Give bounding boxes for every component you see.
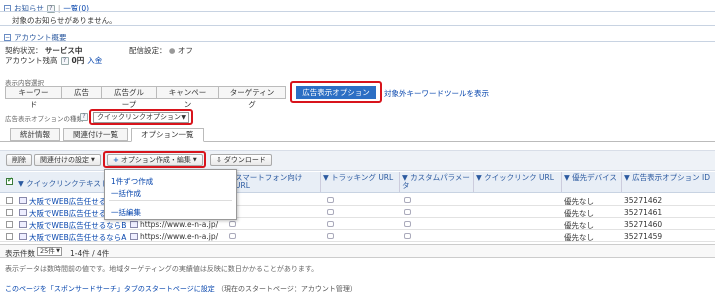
delete-button[interactable]: 削除 bbox=[6, 154, 32, 166]
per-page-select[interactable]: 25件 ▼ bbox=[37, 247, 62, 256]
account-box bbox=[0, 41, 715, 74]
balance: アカウント残高 ? 0円 入金 bbox=[5, 55, 102, 66]
column-tracking-url[interactable]: ▼ トラッキング URL bbox=[320, 172, 399, 192]
set-start-page-link[interactable]: このページを「スポンサードサーチ」タブのスタートページに設定 bbox=[5, 285, 215, 293]
highlight-box: + オプション作成・編集 ▼ bbox=[103, 151, 206, 168]
row-checkbox[interactable] bbox=[6, 209, 13, 216]
tab-keyword[interactable]: キーワード bbox=[5, 86, 62, 109]
document-icon bbox=[19, 221, 27, 228]
column-priority-device[interactable]: ▼ 優先デバイス bbox=[561, 172, 621, 192]
column-smartphone-url[interactable]: スマートフォン向け URL bbox=[232, 172, 320, 192]
option-id: 35271460 bbox=[624, 220, 663, 229]
tab-campaign[interactable]: キャンペーン bbox=[157, 86, 219, 109]
create-edit-menu: 1件ずつ作成 一括作成 一括編集 bbox=[104, 169, 237, 220]
download-label: ダウンロード bbox=[223, 156, 266, 164]
comment-icon bbox=[327, 221, 334, 227]
quicklink-url: https://www.e-n-a.jp/ bbox=[140, 220, 219, 229]
comment-icon bbox=[327, 233, 334, 239]
highlight-box: クイックリンクオプション ▼ bbox=[89, 109, 193, 125]
radio-icon[interactable]: ● bbox=[169, 46, 176, 55]
row-checkbox[interactable] bbox=[6, 197, 13, 204]
contract-label: 契約状況： bbox=[5, 46, 43, 55]
create-edit-button[interactable]: + オプション作成・編集 ▼ bbox=[107, 154, 203, 166]
option-id: 35271459 bbox=[624, 232, 663, 241]
menu-divider bbox=[109, 200, 232, 201]
chevron-down-icon: ▼ bbox=[192, 157, 197, 163]
option-id: 35271462 bbox=[624, 196, 663, 205]
highlight-box: 広告表示オプション bbox=[290, 81, 382, 103]
comment-icon bbox=[327, 209, 334, 215]
comment-icon bbox=[404, 221, 411, 227]
comment-icon bbox=[404, 233, 411, 239]
negative-keyword-tool-link[interactable]: 対象外キーワードツールを表示 bbox=[384, 88, 489, 99]
option-id: 35271461 bbox=[624, 208, 663, 217]
notice-empty-message: 対象のお知らせがありません。 bbox=[12, 16, 117, 25]
select-all-checkbox[interactable] bbox=[6, 176, 13, 185]
delivery-setting: 配信設定： ● オフ bbox=[129, 45, 193, 56]
subtab-stats[interactable]: 統計情報 bbox=[10, 128, 60, 141]
comment-icon bbox=[327, 197, 334, 203]
option-type-label: 広告表示オプションの種類 bbox=[5, 115, 83, 123]
balance-value: 0円 bbox=[71, 56, 85, 65]
association-settings-button[interactable]: 関連付けの設定 ▼ bbox=[34, 154, 101, 166]
pagination-bar: 表示件数 25件 ▼ 1-4件 / 4件 bbox=[0, 244, 715, 258]
download-button[interactable]: ⇩ ダウンロード bbox=[210, 154, 272, 166]
menu-item-create-single[interactable]: 1件ずつ作成 bbox=[111, 176, 153, 187]
quicklink-text[interactable]: 大阪でWEB広告任せるならA bbox=[29, 232, 126, 243]
contract-value: サービス中 bbox=[44, 46, 83, 55]
document-icon bbox=[19, 197, 27, 204]
quicklink-url: https://www.e-n-a.jp/ bbox=[140, 232, 219, 241]
association-settings-label: 関連付けの設定 bbox=[40, 156, 89, 164]
chevron-down-icon: ▼ bbox=[91, 157, 95, 163]
document-icon bbox=[19, 233, 27, 240]
option-type-selected: クイックリンクオプション bbox=[97, 113, 181, 121]
delivery-value: オフ bbox=[177, 46, 193, 55]
document-icon bbox=[130, 221, 138, 228]
display-tabs: キーワード 広告 広告グループ キャンペーン ターゲティング bbox=[5, 86, 286, 109]
row-checkbox[interactable] bbox=[6, 221, 13, 228]
delivery-label: 配信設定： bbox=[129, 46, 167, 55]
current-start-page: （現在のスタートページ：アカウント管理） bbox=[216, 285, 357, 293]
tab-ad-group[interactable]: 広告グループ bbox=[102, 86, 157, 109]
tab-targeting[interactable]: ターゲティング bbox=[219, 86, 286, 109]
download-icon: ⇩ bbox=[216, 156, 222, 164]
comment-icon bbox=[229, 221, 236, 227]
balance-label: アカウント残高 bbox=[5, 56, 58, 65]
create-edit-label: オプション作成・編集 bbox=[120, 156, 191, 164]
subtab-option-list[interactable]: オプション一覧 bbox=[131, 128, 204, 142]
help-icon[interactable]: ? bbox=[80, 113, 88, 121]
priority-device: 優先なし bbox=[564, 233, 594, 242]
row-checkbox[interactable] bbox=[6, 233, 13, 240]
page-range: 1-4件 / 4件 bbox=[70, 249, 110, 258]
menu-item-bulk-edit[interactable]: 一括編集 bbox=[111, 207, 141, 218]
chevron-down-icon: ▼ bbox=[181, 114, 186, 121]
start-page: このページを「スポンサードサーチ」タブのスタートページに設定 （現在のスタートペ… bbox=[5, 284, 357, 294]
column-option-id[interactable]: ▼ 広告表示オプション ID bbox=[621, 172, 713, 192]
notice-box: 対象のお知らせがありません。 bbox=[0, 11, 715, 26]
document-icon bbox=[19, 209, 27, 216]
option-type-select[interactable]: クイックリンクオプション ▼ bbox=[93, 112, 189, 123]
comment-icon bbox=[404, 197, 411, 203]
column-quicklink-text[interactable]: ▼ クイックリンクテキスト bbox=[18, 178, 108, 189]
tab-ad-extensions[interactable]: 広告表示オプション bbox=[296, 86, 376, 99]
document-icon bbox=[130, 233, 138, 240]
per-page-label: 表示件数 bbox=[5, 249, 35, 258]
column-quicklink-url[interactable]: ▼ クイックリンク URL bbox=[473, 172, 561, 192]
tab-ad[interactable]: 広告 bbox=[62, 86, 102, 99]
footer-note: 表示データは数時間前の値です。地域ターゲティングの実績値は反映に数日かかることが… bbox=[5, 265, 319, 273]
comment-icon bbox=[229, 233, 236, 239]
table-row: 大阪でWEB広告任せるならA https://www.e-n-a.jp/ 優先な… bbox=[0, 230, 715, 242]
column-custom-params[interactable]: ▼ カスタムパラメータ bbox=[399, 172, 473, 192]
plus-icon: + bbox=[113, 156, 119, 164]
subtab-associations[interactable]: 関連付け一覧 bbox=[63, 128, 128, 141]
comment-icon bbox=[404, 209, 411, 215]
deposit-link[interactable]: 入金 bbox=[87, 55, 102, 66]
subtabs: 統計情報 関連付け一覧 オプション一覧 bbox=[10, 128, 204, 142]
menu-item-bulk-create[interactable]: 一括作成 bbox=[111, 188, 141, 199]
help-icon[interactable]: ? bbox=[60, 56, 69, 65]
collapse-icon[interactable]: − bbox=[4, 34, 11, 41]
